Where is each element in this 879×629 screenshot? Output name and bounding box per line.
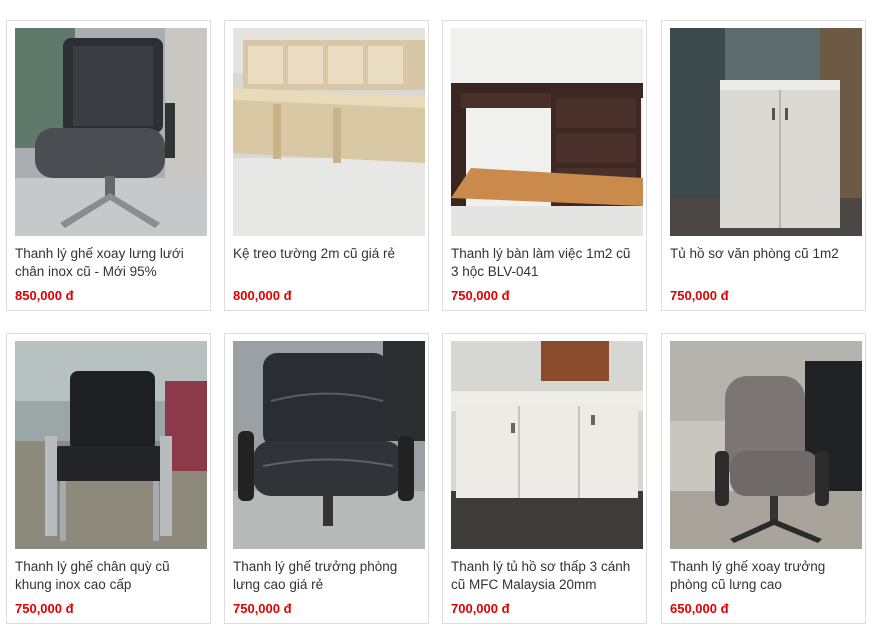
product-price: 750,000 đ xyxy=(451,288,510,303)
product-card: Thanh lý ghế chân quỳ cũ khung inox cao … xyxy=(6,333,211,624)
product-price: 850,000 đ xyxy=(15,288,74,303)
product-image-leather-manager-chair[interactable] xyxy=(233,341,425,549)
fabric-swivel-chair-photo xyxy=(670,341,862,549)
office-desk-photo xyxy=(451,28,643,236)
product-card: Thanh lý ghế xoay trưởng phòng cũ lưng c… xyxy=(661,333,866,624)
product-card: Kệ treo tường 2m cũ giá rẻ 800,000 đ xyxy=(224,20,429,311)
product-price: 750,000 đ xyxy=(670,288,729,303)
product-card: Thanh lý tủ hồ sơ thấp 3 cánh cũ MFC Mal… xyxy=(442,333,647,624)
file-cabinet-photo xyxy=(670,28,862,236)
low-file-cabinet-photo xyxy=(451,341,643,549)
product-image-mesh-office-chair[interactable] xyxy=(15,28,207,236)
product-card: Thanh lý ghế trưởng phòng lưng cao giá r… xyxy=(224,333,429,624)
visitor-chair-photo xyxy=(15,341,207,549)
product-title-link[interactable]: Thanh lý ghế xoay trưởng phòng cũ lưng c… xyxy=(670,558,860,594)
leather-manager-chair-photo xyxy=(233,341,425,549)
product-image-wall-shelf[interactable] xyxy=(233,28,425,236)
product-image-visitor-chair[interactable] xyxy=(15,341,207,549)
product-title-link[interactable]: Thanh lý bàn làm việc 1m2 cũ 3 hộc BLV-0… xyxy=(451,245,641,281)
product-price: 650,000 đ xyxy=(670,601,729,616)
product-image-low-file-cabinet[interactable] xyxy=(451,341,643,549)
product-title-link[interactable]: Thanh lý ghế trưởng phòng lưng cao giá r… xyxy=(233,558,423,594)
wall-shelf-cabinet-photo xyxy=(233,28,425,236)
product-price: 750,000 đ xyxy=(15,601,74,616)
product-title-link[interactable]: Thanh lý tủ hồ sơ thấp 3 cánh cũ MFC Mal… xyxy=(451,558,641,594)
product-card: Thanh lý bàn làm việc 1m2 cũ 3 hộc BLV-0… xyxy=(442,20,647,311)
product-card: Thanh lý ghế xoay lưng lưới chân inox cũ… xyxy=(6,20,211,311)
product-image-office-desk[interactable] xyxy=(451,28,643,236)
product-image-file-cabinet[interactable] xyxy=(670,28,862,236)
mesh-office-chair-photo xyxy=(15,28,207,236)
product-title-link[interactable]: Thanh lý ghế chân quỳ cũ khung inox cao … xyxy=(15,558,205,594)
product-price: 750,000 đ xyxy=(233,601,292,616)
product-price: 800,000 đ xyxy=(233,288,292,303)
product-grid: Thanh lý ghế xoay lưng lưới chân inox cũ… xyxy=(0,0,879,629)
product-image-fabric-swivel-chair[interactable] xyxy=(670,341,862,549)
product-card: Tủ hồ sơ văn phòng cũ 1m2 750,000 đ xyxy=(661,20,866,311)
product-price: 700,000 đ xyxy=(451,601,510,616)
product-title-link[interactable]: Thanh lý ghế xoay lưng lưới chân inox cũ… xyxy=(15,245,205,281)
product-title-link[interactable]: Kệ treo tường 2m cũ giá rẻ xyxy=(233,245,423,263)
product-title-link[interactable]: Tủ hồ sơ văn phòng cũ 1m2 xyxy=(670,245,860,263)
